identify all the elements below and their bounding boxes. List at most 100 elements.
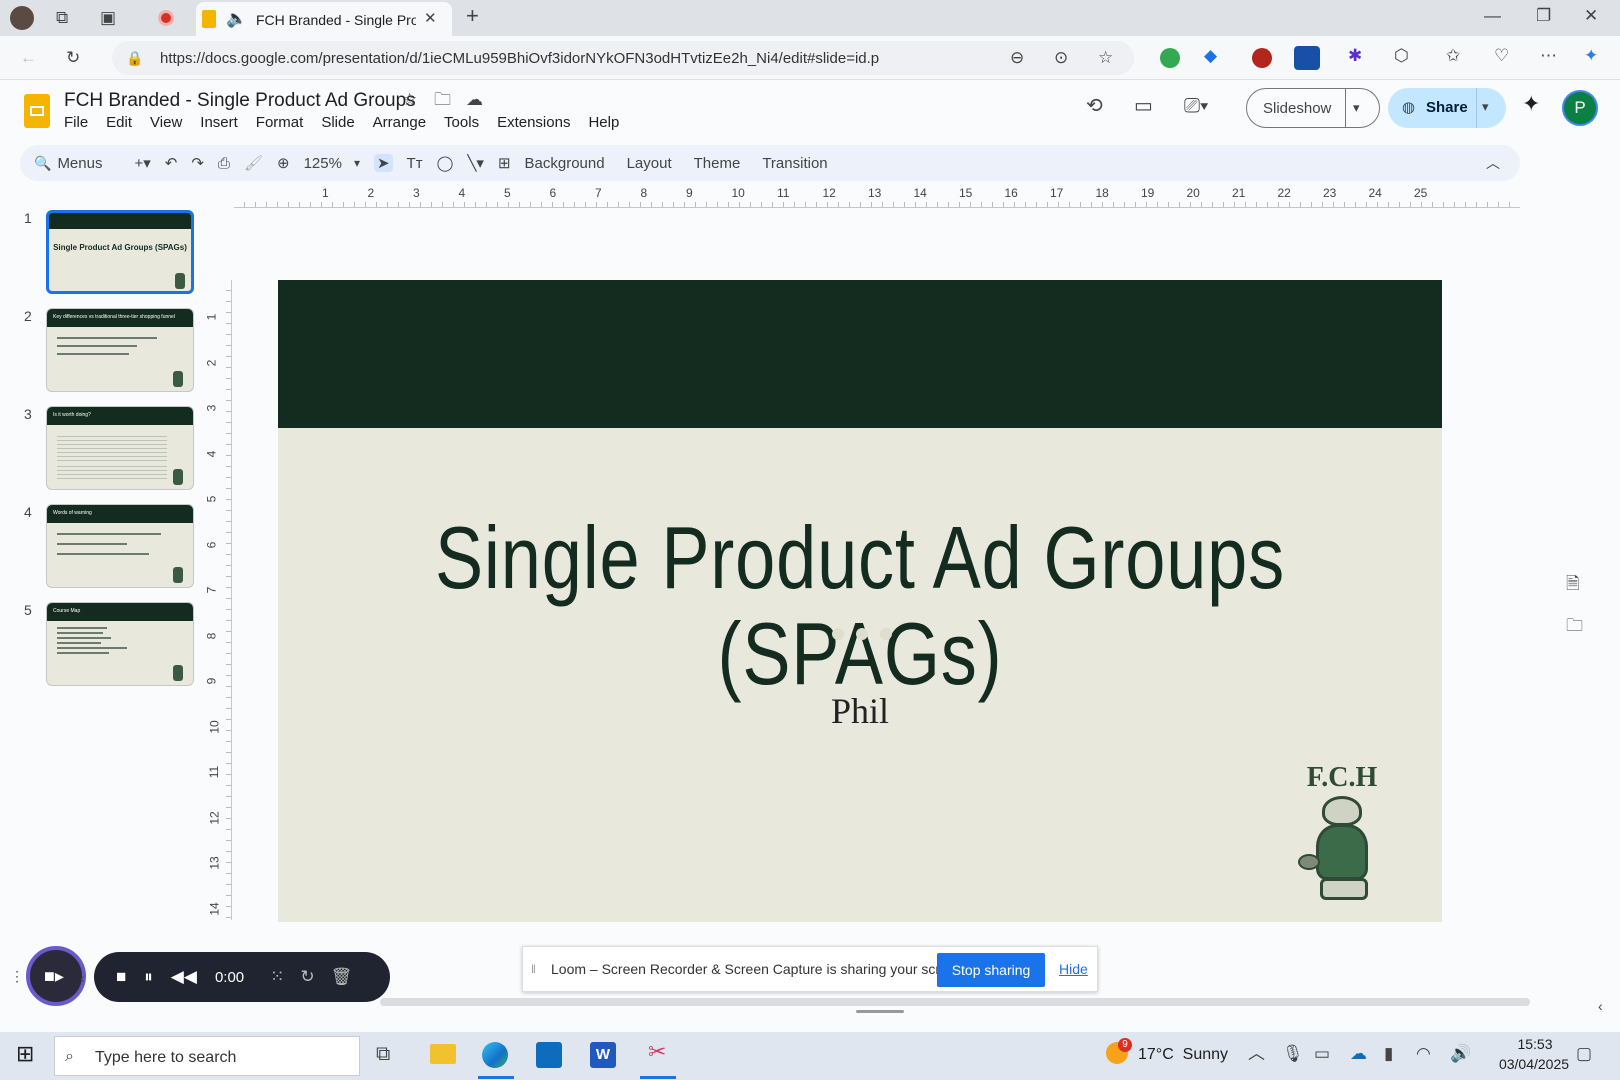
fch-logo[interactable]: F.C.H [1296,762,1388,906]
slideshow-button[interactable]: Slideshow [1263,100,1331,117]
profile-avatar[interactable] [10,6,34,30]
slide-subtitle[interactable]: Phil [278,690,1442,732]
more-options-icon[interactable]: ⊙ [1054,48,1068,68]
print-icon[interactable]: ⎙ [218,155,230,172]
minimize-icon[interactable]: — [1484,6,1501,26]
snipping-tool-icon[interactable]: ✂ [648,1041,666,1063]
collapse-toolbar-icon[interactable]: ︿ [1486,153,1500,173]
word-icon[interactable]: W [590,1042,616,1068]
battery-meet-icon[interactable]: ▭ [1314,1044,1330,1064]
keep-notes-icon[interactable]: 🗎 [1566,574,1580,594]
task-view-icon[interactable]: ⧉ [376,1044,390,1064]
account-avatar[interactable]: P [1562,90,1598,126]
rewind-icon[interactable]: ◀◀ [171,967,197,987]
extension-meet-icon[interactable] [1160,48,1180,68]
zoom-dropdown-icon[interactable]: ▾ [354,156,360,170]
loom-camera-button[interactable]: ■▸ [26,946,86,1006]
stop-sharing-button[interactable]: Stop sharing [937,953,1045,987]
recording-tab-icon[interactable] [158,10,174,26]
background-button[interactable]: Background [525,155,605,172]
insert-comment-icon[interactable]: ⊞ [498,154,511,172]
zoom-out-icon[interactable]: ⊖ [1010,48,1024,68]
slideshow-dropdown-icon[interactable]: ▾ [1353,98,1360,118]
move-folder-icon[interactable]: 🗀 [434,90,451,110]
microphone-icon[interactable]: 🎙 [1282,1044,1304,1064]
slide-title[interactable]: Single Product Ad Groups (SPAGs) [383,510,1337,702]
favorite-star-icon[interactable]: ☆ [1098,48,1113,68]
power-icon[interactable]: ▮ [1384,1044,1393,1064]
extension-tag-icon[interactable]: ◆ [1204,46,1217,66]
undo-icon[interactable]: ↶ [165,154,178,172]
layout-button[interactable]: Layout [627,155,672,172]
clock-time[interactable]: 15:53 [1500,1036,1570,1052]
file-explorer-icon[interactable] [430,1044,456,1064]
slide-thumbnail-3[interactable]: Is it worth doing? [46,406,194,490]
new-tab-icon[interactable]: + [466,5,479,27]
workspaces-icon[interactable]: ⧉ [56,8,68,28]
zoom-icon[interactable]: ⊕ [277,154,290,172]
delete-icon[interactable]: 🗑 [331,967,353,987]
lock-icon[interactable]: 🔒 [126,48,143,68]
slides-logo[interactable] [24,94,50,128]
drive-folder-icon[interactable]: 🗀 [1566,616,1583,636]
edge-browser-icon[interactable] [482,1042,508,1068]
select-tool-icon[interactable]: ➤ [373,154,393,172]
start-windows-icon[interactable]: ⊞ [16,1043,34,1065]
reload-icon[interactable]: ↻ [66,48,80,68]
menu-extensions[interactable]: Extensions [497,114,570,131]
share-dropdown-icon[interactable]: ▾ [1482,97,1489,117]
extension-redir-icon[interactable] [1294,46,1320,70]
redo-icon[interactable]: ↷ [191,154,204,172]
notes-resize-handle[interactable] [856,1010,904,1013]
menu-edit[interactable]: Edit [106,114,132,131]
comments-icon[interactable]: ▭ [1134,96,1153,116]
transition-button[interactable]: Transition [762,155,827,172]
notifications-icon[interactable]: ▢ [1576,1044,1592,1064]
horizontal-ruler[interactable]: 1 2 3 4 5 6 7 8 9 10 11 12 13 14 15 16 17 18 19 20 21 22 23 24 2… [234,186,1520,208]
doc-title[interactable]: FCH Branded - Single Product Ad Groups [64,90,416,112]
menu-view[interactable]: View [150,114,182,131]
slide-thumbnail-5[interactable]: Course Map [46,602,194,686]
star-icon[interactable]: ☆ [402,90,417,110]
paint-format-icon[interactable]: 🖌 [244,154,263,172]
favorites-icon[interactable]: ✩ [1446,46,1460,66]
menu-tools[interactable]: Tools [444,114,479,131]
pause-icon[interactable]: ⏸ [144,967,153,987]
horizontal-scrollbar[interactable] [380,998,1530,1006]
slide-thumbnail-1[interactable]: Single Product Ad Groups (SPAGs) [46,210,194,294]
menu-file[interactable]: File [64,114,88,131]
url-field[interactable]: 🔒 https://docs.google.com/presentation/d… [112,41,1134,75]
taskbar-search-field[interactable]: ⌕ Type here to search [54,1036,360,1076]
menu-format[interactable]: Format [256,114,304,131]
collapse-loom-icon[interactable]: ‹ [80,968,85,988]
slide-thumbnail-4[interactable]: Words of warning [46,504,194,588]
meet-icon[interactable]: ⎚▾ [1184,96,1208,116]
vertical-tabs-icon[interactable]: ▣ [100,8,116,28]
outlook-icon[interactable] [536,1042,562,1068]
wifi-icon[interactable]: ◠ [1416,1044,1431,1064]
slide-thumbnail-2[interactable]: Key differences vs traditional three-tie… [46,308,194,392]
slide-canvas[interactable]: Single Product Ad Groups (SPAGs) Phil F.… [278,280,1442,922]
search-menus-label[interactable]: Menus [57,155,102,172]
settings-more-icon[interactable]: ⋯ [1540,46,1557,66]
browser-tab-active[interactable]: 🔈 FCH Branded - Single Produ ✕ [196,2,452,36]
weather-text[interactable]: 17°C Sunny [1138,1046,1228,1064]
window-close-icon[interactable]: ✕ [1584,6,1598,26]
browser-essentials-icon[interactable]: ♡ [1494,46,1509,66]
restart-icon[interactable]: ↻ [300,967,314,987]
volume-icon[interactable]: 🔊 [1450,1044,1471,1064]
clock-date[interactable]: 03/04/2025 [1484,1056,1584,1072]
extension-puzzle-badge-icon[interactable]: ✱ [1348,46,1362,66]
menu-help[interactable]: Help [588,114,619,131]
search-menus-icon[interactable]: 🔍 [34,153,51,173]
share-button[interactable]: Share [1426,99,1468,116]
show-hidden-icons-icon[interactable]: ︿ [1248,1044,1265,1064]
version-history-icon[interactable]: ⟲ [1086,96,1103,116]
restore-icon[interactable]: ❐ [1536,6,1551,26]
new-slide-icon[interactable]: +▾ [134,154,150,172]
banner-drag-icon[interactable]: ‖ [531,959,536,979]
back-icon[interactable]: ← [20,48,37,68]
gemini-icon[interactable]: ✦ [1522,93,1540,115]
copilot-icon[interactable]: ✦ [1584,46,1598,66]
zoom-select[interactable]: 125% [304,155,342,172]
